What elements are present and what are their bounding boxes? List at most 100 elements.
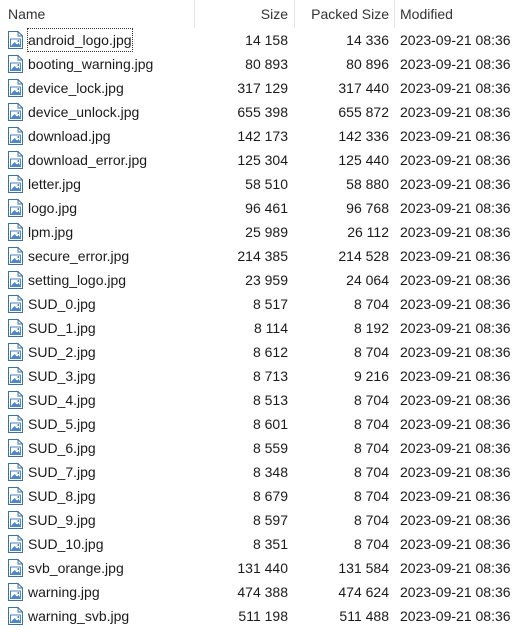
file-row[interactable]: SUD_7.jpg 8 348 8 704 2023-09-21 08:36 bbox=[0, 460, 522, 484]
file-size: 511 198 bbox=[238, 608, 288, 624]
file-name: SUD_7.jpg bbox=[28, 464, 96, 480]
image-file-icon bbox=[8, 31, 23, 49]
file-modified: 2023-09-21 08:36 bbox=[400, 608, 511, 624]
file-modified: 2023-09-21 08:36 bbox=[400, 224, 511, 240]
file-name: booting_warning.jpg bbox=[28, 56, 154, 72]
file-packed-size: 125 440 bbox=[338, 152, 389, 168]
file-size: 131 440 bbox=[237, 560, 288, 576]
file-packed-size: 8 704 bbox=[353, 488, 389, 504]
file-modified: 2023-09-21 08:36 bbox=[400, 512, 511, 528]
column-header-packed-size[interactable]: Packed Size bbox=[311, 0, 389, 28]
file-size: 8 513 bbox=[252, 392, 288, 408]
file-name: letter.jpg bbox=[28, 176, 81, 192]
file-name: lpm.jpg bbox=[28, 224, 74, 240]
file-row[interactable]: SUD_3.jpg 8 713 9 216 2023-09-21 08:36 bbox=[0, 364, 522, 388]
file-list: Name Size Packed Size Modified android_l… bbox=[0, 0, 522, 632]
file-modified: 2023-09-21 08:36 bbox=[400, 176, 511, 192]
file-packed-size: 24 064 bbox=[346, 272, 389, 288]
file-size: 214 385 bbox=[237, 248, 288, 264]
file-name: SUD_2.jpg bbox=[28, 344, 96, 360]
image-file-icon bbox=[8, 175, 23, 193]
file-modified: 2023-09-21 08:36 bbox=[400, 320, 511, 336]
file-row[interactable]: secure_error.jpg 214 385 214 528 2023-09-21… bbox=[0, 244, 522, 268]
column-header: Name Size Packed Size Modified bbox=[0, 0, 522, 28]
file-packed-size: 8 704 bbox=[353, 392, 389, 408]
file-row[interactable]: android_logo.jpg 14 158 14 336 2023-09-21 0… bbox=[0, 28, 522, 52]
file-packed-size: 142 336 bbox=[338, 128, 389, 144]
column-header-modified[interactable]: Modified bbox=[400, 0, 453, 28]
file-row[interactable]: SUD_10.jpg 8 351 8 704 2023-09-21 08:36 bbox=[0, 532, 522, 556]
file-row[interactable]: SUD_5.jpg 8 601 8 704 2023-09-21 08:36 bbox=[0, 412, 522, 436]
file-row[interactable]: device_unlock.jpg 655 398 655 872 2023-09-2… bbox=[0, 100, 522, 124]
file-size: 317 129 bbox=[237, 80, 288, 96]
file-size: 474 388 bbox=[237, 584, 288, 600]
file-name: SUD_6.jpg bbox=[28, 440, 96, 456]
file-modified: 2023-09-21 08:36 bbox=[400, 296, 511, 312]
image-file-icon bbox=[8, 487, 23, 505]
file-modified: 2023-09-21 08:36 bbox=[400, 56, 511, 72]
file-modified: 2023-09-21 08:36 bbox=[400, 488, 511, 504]
file-row[interactable]: logo.jpg 96 461 96 768 2023-09-21 08:36 bbox=[0, 196, 522, 220]
file-size: 14 158 bbox=[245, 32, 288, 48]
file-packed-size: 9 216 bbox=[353, 368, 389, 384]
image-file-icon bbox=[8, 535, 23, 553]
file-size: 125 304 bbox=[237, 152, 288, 168]
file-name: device_lock.jpg bbox=[28, 80, 124, 96]
file-row[interactable]: device_lock.jpg 317 129 317 440 2023-09-21 … bbox=[0, 76, 522, 100]
file-size: 8 679 bbox=[252, 488, 288, 504]
file-row[interactable]: setting_logo.jpg 23 959 24 064 2023-09-21 0… bbox=[0, 268, 522, 292]
file-packed-size: 8 704 bbox=[353, 536, 389, 552]
file-size: 96 461 bbox=[245, 200, 288, 216]
image-file-icon bbox=[8, 415, 23, 433]
file-packed-size: 655 872 bbox=[338, 104, 389, 120]
file-modified: 2023-09-21 08:36 bbox=[400, 440, 511, 456]
image-file-icon bbox=[8, 463, 23, 481]
column-header-name[interactable]: Name bbox=[8, 0, 45, 28]
file-name: SUD_0.jpg bbox=[28, 296, 96, 312]
file-row[interactable]: SUD_6.jpg 8 559 8 704 2023-09-21 08:36 bbox=[0, 436, 522, 460]
file-row[interactable]: download_error.jpg 125 304 125 440 2023-09-… bbox=[0, 148, 522, 172]
file-size: 8 114 bbox=[254, 320, 288, 336]
image-file-icon bbox=[8, 223, 23, 241]
file-row[interactable]: letter.jpg 58 510 58 880 2023-09-21 08:36 bbox=[0, 172, 522, 196]
file-row[interactable]: SUD_2.jpg 8 612 8 704 2023-09-21 08:36 bbox=[0, 340, 522, 364]
file-name: SUD_5.jpg bbox=[28, 416, 96, 432]
file-size: 8 517 bbox=[252, 296, 288, 312]
image-file-icon bbox=[8, 391, 23, 409]
file-size: 142 173 bbox=[237, 128, 288, 144]
file-name: device_unlock.jpg bbox=[28, 104, 140, 120]
column-header-size[interactable]: Size bbox=[261, 0, 288, 28]
file-packed-size: 317 440 bbox=[338, 80, 389, 96]
file-modified: 2023-09-21 08:36 bbox=[400, 80, 511, 96]
file-row[interactable]: SUD_1.jpg 8 114 8 192 2023-09-21 08:36 bbox=[0, 316, 522, 340]
column-separator[interactable] bbox=[194, 0, 195, 28]
file-modified: 2023-09-21 08:36 bbox=[400, 344, 511, 360]
file-row[interactable]: download.jpg 142 173 142 336 2023-09-21 08:… bbox=[0, 124, 522, 148]
file-row[interactable]: SUD_9.jpg 8 597 8 704 2023-09-21 08:36 bbox=[0, 508, 522, 532]
file-name: SUD_1.jpg bbox=[28, 320, 96, 336]
file-modified: 2023-09-21 08:36 bbox=[400, 104, 511, 120]
file-packed-size: 26 112 bbox=[347, 224, 389, 240]
image-file-icon bbox=[8, 103, 23, 121]
image-file-icon bbox=[8, 151, 23, 169]
file-size: 8 713 bbox=[252, 368, 288, 384]
file-row[interactable]: warning_svb.jpg 511 198 511 488 2023-09-21 … bbox=[0, 604, 522, 628]
file-row[interactable]: SUD_0.jpg 8 517 8 704 2023-09-21 08:36 bbox=[0, 292, 522, 316]
file-row[interactable]: SUD_8.jpg 8 679 8 704 2023-09-21 08:36 bbox=[0, 484, 522, 508]
file-row[interactable]: lpm.jpg 25 989 26 112 2023-09-21 08:36 bbox=[0, 220, 522, 244]
file-row[interactable]: SUD_4.jpg 8 513 8 704 2023-09-21 08:36 bbox=[0, 388, 522, 412]
file-packed-size: 214 528 bbox=[338, 248, 389, 264]
file-packed-size: 8 704 bbox=[353, 344, 389, 360]
image-file-icon bbox=[8, 79, 23, 97]
file-packed-size: 474 624 bbox=[338, 584, 389, 600]
file-row[interactable]: booting_warning.jpg 80 893 80 896 2023-09-2… bbox=[0, 52, 522, 76]
image-file-icon bbox=[8, 439, 23, 457]
file-size: 8 351 bbox=[252, 536, 288, 552]
file-name: warning.jpg bbox=[28, 584, 100, 600]
file-row[interactable]: warning.jpg 474 388 474 624 2023-09-21 08:3… bbox=[0, 580, 522, 604]
file-size: 8 348 bbox=[252, 464, 288, 480]
column-separator[interactable] bbox=[294, 0, 295, 28]
column-separator[interactable] bbox=[394, 0, 395, 28]
file-row[interactable]: svb_orange.jpg 131 440 131 584 2023-09-21 0… bbox=[0, 556, 522, 580]
file-packed-size: 80 896 bbox=[346, 56, 389, 72]
